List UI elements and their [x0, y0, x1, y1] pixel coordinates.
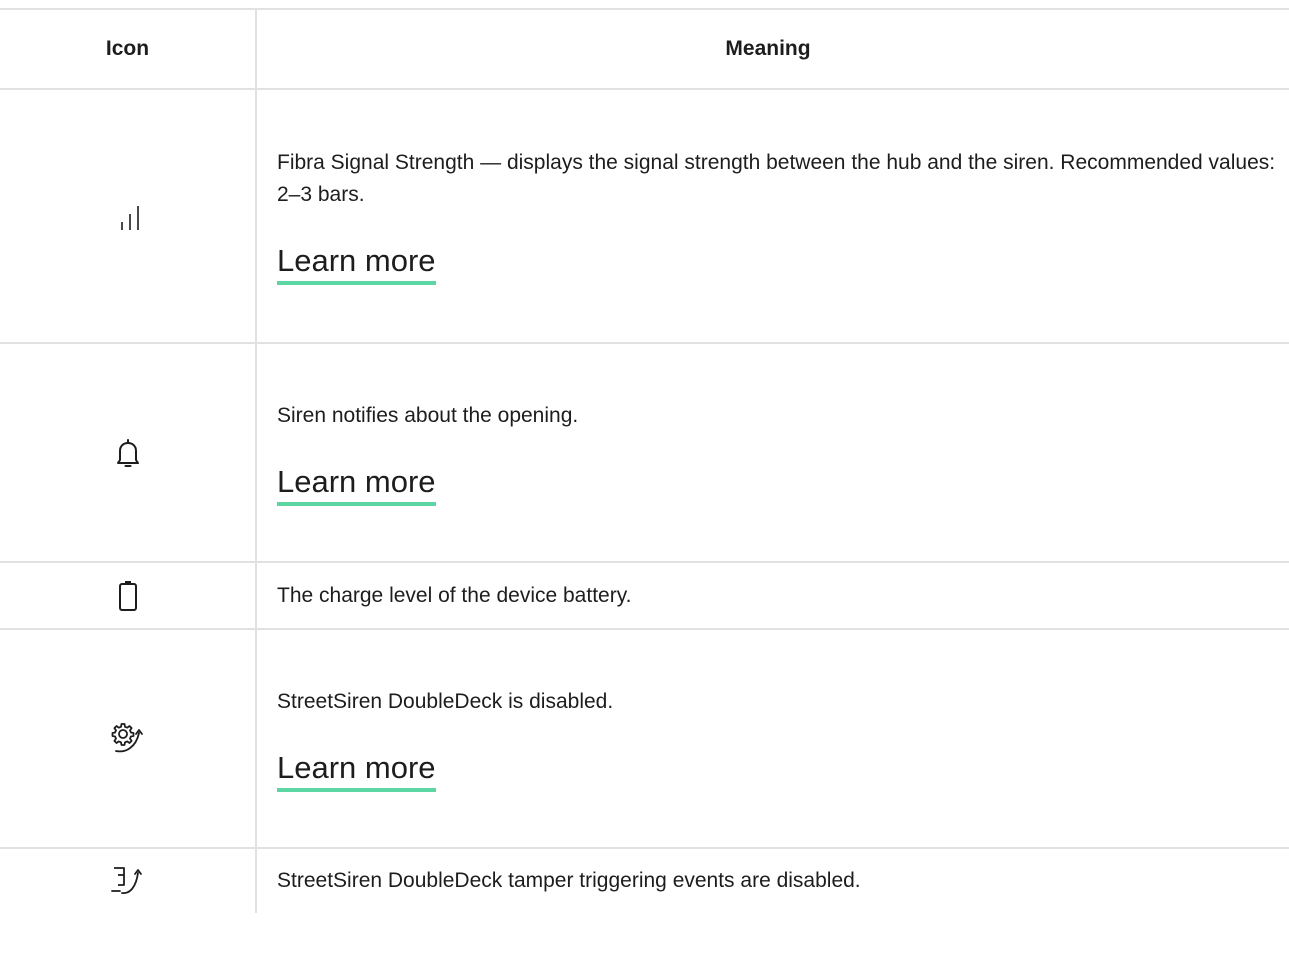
signal-strength-icon — [113, 196, 143, 236]
icon-cell — [0, 563, 257, 628]
bell-icon — [113, 436, 143, 470]
icon-cell — [0, 849, 257, 913]
table-row: Fibra Signal Strength — displays the sig… — [0, 90, 1289, 344]
table-row: StreetSiren DoubleDeck is disabled. Lear… — [0, 630, 1289, 849]
table-row: Siren notifies about the opening. Learn … — [0, 344, 1289, 563]
header-icon-cell: Icon — [0, 10, 257, 88]
icon-cell — [0, 630, 257, 847]
learn-more-link[interactable]: Learn more — [277, 241, 436, 285]
icons-table: Icon Meaning Fibra Signal Strength — dis… — [0, 8, 1289, 969]
learn-more-link[interactable]: Learn more — [277, 462, 436, 506]
meaning-text: The charge level of the device battery. — [277, 583, 632, 607]
table-row: The charge level of the device battery. — [0, 563, 1289, 630]
battery-icon — [116, 579, 140, 613]
icon-cell — [0, 344, 257, 561]
meaning-cell: The charge level of the device battery. — [257, 563, 1289, 628]
device-disabled-icon — [108, 719, 148, 759]
tamper-disabled-icon — [108, 863, 148, 899]
meaning-cell: StreetSiren DoubleDeck is disabled. Lear… — [257, 630, 1289, 847]
icon-cell — [0, 90, 257, 342]
meaning-cell: Fibra Signal Strength — displays the sig… — [257, 90, 1289, 342]
table-row: StreetSiren DoubleDeck tamper triggering… — [0, 849, 1289, 969]
meaning-text: StreetSiren DoubleDeck is disabled. — [277, 689, 614, 713]
meaning-text: Fibra Signal Strength — displays the sig… — [277, 151, 1276, 206]
meaning-text: StreetSiren DoubleDeck tamper triggering… — [277, 869, 861, 892]
table-header-row: Icon Meaning — [0, 10, 1289, 90]
meaning-text: Siren notifies about the opening. — [277, 403, 579, 427]
meaning-cell: StreetSiren DoubleDeck tamper triggering… — [257, 849, 1289, 913]
header-meaning-cell: Meaning — [725, 37, 811, 60]
learn-more-link[interactable]: Learn more — [277, 748, 436, 792]
meaning-cell: Siren notifies about the opening. Learn … — [257, 344, 1289, 561]
